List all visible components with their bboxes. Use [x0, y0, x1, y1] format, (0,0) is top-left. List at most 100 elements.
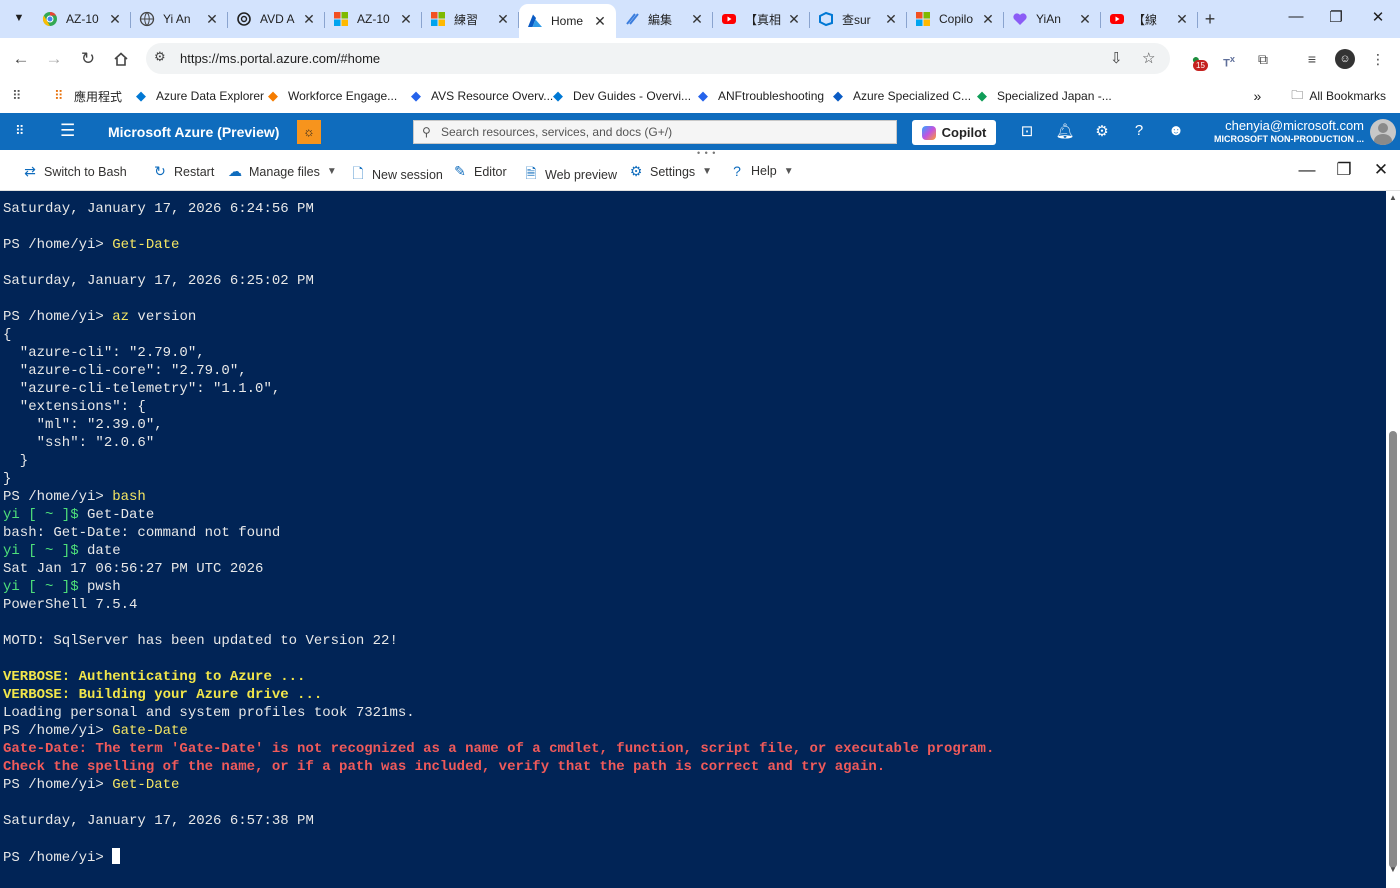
terminal-text: }: [3, 453, 29, 469]
bookmarks-bar: » 🗀 All Bookmarks ⠿ ⠿ 應用程式 ◆ Azure Data Expl…: [0, 80, 1400, 113]
home-button[interactable]: [110, 48, 132, 70]
minimize-window-button[interactable]: —: [1286, 8, 1306, 25]
back-button[interactable]: ←: [10, 48, 32, 70]
new-tab-button[interactable]: +: [1200, 9, 1220, 30]
settings-gear-icon[interactable]: ⚙: [1091, 122, 1113, 140]
close-tab-icon[interactable]: ✕: [786, 11, 802, 28]
browser-tab[interactable]: 查sur ✕: [810, 4, 907, 34]
translate-extension-icon[interactable]: Tx: [1219, 49, 1239, 70]
close-tab-icon[interactable]: ✕: [398, 11, 414, 28]
close-window-button[interactable]: ✕: [1368, 8, 1388, 26]
terminal-line: MOTD: SqlServer has been updated to Vers…: [3, 632, 1386, 650]
scroll-up-icon[interactable]: ▲: [1389, 193, 1397, 202]
bookmark-item[interactable]: ◆ Specialized Japan -...: [977, 85, 1112, 107]
scroll-down-icon[interactable]: ▼: [1389, 865, 1397, 874]
reload-button[interactable]: ↻: [77, 48, 99, 70]
media-controls-icon[interactable]: ≡: [1302, 49, 1322, 69]
close-tab-icon[interactable]: ✕: [301, 11, 317, 28]
apps-launcher-button[interactable]: ⠿: [12, 85, 32, 107]
microsoft-icon: [333, 11, 349, 27]
portal-title[interactable]: Microsoft Azure (Preview): [108, 124, 279, 140]
help-question-icon[interactable]: ?: [1128, 122, 1150, 139]
close-tab-icon[interactable]: ✕: [204, 11, 220, 28]
openai-icon: [236, 11, 252, 27]
manage-files-button[interactable]: ☁ Manage files ▼: [227, 163, 337, 180]
close-tab-icon[interactable]: ✕: [980, 11, 996, 28]
bookmark-star-icon[interactable]: ☆: [1142, 49, 1155, 67]
resize-grip[interactable]: • • •: [697, 148, 716, 158]
tab-title: 練習: [454, 12, 479, 27]
site-settings-icon[interactable]: ⚙: [154, 49, 166, 65]
global-search-input[interactable]: ⚲ Search resources, services, and docs (…: [413, 120, 897, 144]
editor-button[interactable]: ✎ Editor: [452, 163, 507, 180]
bookmark-item[interactable]: ◆ Workforce Engage...: [268, 85, 397, 107]
restart-button[interactable]: ↻ Restart: [152, 163, 214, 180]
scrollbar-thumb[interactable]: [1389, 431, 1397, 868]
forward-button[interactable]: →: [43, 48, 65, 70]
feedback-icon[interactable]: ☻: [1165, 122, 1187, 139]
browser-tab-strip: ▼ AZ-10 ✕ Yi An ✕ AVD A ✕ AZ-10 ✕ 練習 ✕ Home ✕ 編集 ✕ 【真相…: [0, 0, 1400, 38]
address-bar[interactable]: ⚙ https://ms.portal.azure.com/#home ⇩ ☆: [146, 43, 1170, 74]
browser-tab[interactable]: 練習 ✕: [422, 4, 519, 34]
close-tab-icon[interactable]: ✕: [883, 11, 899, 28]
bug-report-icon[interactable]: ☼: [297, 120, 321, 144]
browser-menu-icon[interactable]: ⋮: [1368, 49, 1388, 69]
switch-to-bash-button[interactable]: ⇄ Switch to Bash: [22, 163, 127, 180]
browser-tab[interactable]: 【線 ✕: [1101, 4, 1198, 34]
terminal-line: }: [3, 470, 1386, 488]
tab-search-button[interactable]: ▼: [8, 7, 30, 29]
cloud-upload-icon: ☁: [228, 163, 242, 179]
terminal-output[interactable]: Saturday, January 17, 2026 6:24:56 PM PS …: [0, 191, 1386, 888]
close-tab-icon[interactable]: ✕: [1077, 11, 1093, 28]
account-info[interactable]: chenyia@microsoft.com MICROSOFT NON-PROD…: [1214, 119, 1364, 145]
browser-tab[interactable]: Home ✕: [519, 4, 616, 38]
portal-menu-icon[interactable]: ☰: [60, 121, 75, 141]
new-session-button[interactable]: 🗋 New session: [350, 163, 443, 187]
chevron-double-right-icon[interactable]: »: [1254, 88, 1262, 104]
bookmark-item[interactable]: ◆ AVS Resource Overv...: [411, 85, 553, 107]
minimize-icon: —: [1288, 8, 1304, 25]
restore-icon: ❐: [1329, 9, 1343, 26]
terminal-text: PS /home/yi>: [3, 309, 113, 325]
copilot-button[interactable]: Copilot: [912, 120, 996, 145]
help-button[interactable]: ? Help ▼: [729, 163, 794, 179]
browser-tab[interactable]: AVD A ✕: [228, 4, 325, 34]
close-tab-icon[interactable]: ✕: [1174, 11, 1190, 28]
bookmark-item[interactable]: ◆ Azure Specialized C...: [833, 85, 971, 107]
browser-tab[interactable]: AZ-10 ✕: [325, 4, 422, 34]
minimize-shell-button[interactable]: —: [1296, 160, 1318, 180]
browser-tab[interactable]: YiAn ✕: [1004, 4, 1101, 34]
bookmark-item[interactable]: ⠿ 應用程式: [54, 85, 122, 107]
terminal-text: PS /home/yi>: [3, 850, 113, 866]
browser-tab[interactable]: 編集 ✕: [616, 4, 713, 34]
close-tab-icon[interactable]: ✕: [592, 13, 608, 30]
browser-tab[interactable]: Copilo ✕: [907, 4, 1004, 34]
bookmark-item[interactable]: ◆ ANFtroubleshooting: [698, 85, 824, 107]
user-avatar[interactable]: [1370, 119, 1396, 145]
app-launcher-icon[interactable]: ⠿: [15, 123, 25, 139]
browser-tab[interactable]: AZ-10 ✕: [34, 4, 131, 34]
restore-window-button[interactable]: ❐: [1326, 8, 1346, 26]
terminal-text: PS /home/yi>: [3, 777, 113, 793]
bookmark-item[interactable]: ◆ Azure Data Explorer: [136, 85, 264, 107]
notifications-bell-icon[interactable]: 🔔︎: [1054, 122, 1076, 140]
terminal-text: yi [ ~ ]$: [3, 579, 79, 595]
close-tab-icon[interactable]: ✕: [689, 11, 705, 28]
all-bookmarks-button[interactable]: » 🗀 All Bookmarks: [1254, 85, 1387, 107]
close-tab-icon[interactable]: ✕: [495, 11, 511, 28]
cloud-shell-icon[interactable]: ⊡: [1016, 122, 1038, 140]
close-shell-button[interactable]: ✕: [1370, 160, 1392, 180]
maximize-shell-button[interactable]: ❐: [1333, 160, 1355, 180]
browser-tab[interactable]: 【真相 ✕: [713, 4, 810, 34]
settings-button[interactable]: ⚙ Settings ▼: [628, 163, 712, 180]
extensions-puzzle-icon[interactable]: ⧉: [1253, 49, 1273, 69]
profile-avatar-icon[interactable]: ☺: [1335, 49, 1355, 69]
bookmark-item[interactable]: ◆ Dev Guides - Overvi...: [553, 85, 691, 107]
web-preview-button[interactable]: 🗎 Web preview: [523, 163, 617, 187]
arrow-right-icon: →: [45, 49, 63, 68]
terminal-scrollbar[interactable]: ▲ ▼: [1386, 191, 1400, 888]
install-app-icon[interactable]: ⇩: [1110, 49, 1123, 67]
close-tab-icon[interactable]: ✕: [107, 11, 123, 28]
terminal-line: VERBOSE: Building your Azure drive ...: [3, 686, 1386, 704]
browser-tab[interactable]: Yi An ✕: [131, 4, 228, 34]
